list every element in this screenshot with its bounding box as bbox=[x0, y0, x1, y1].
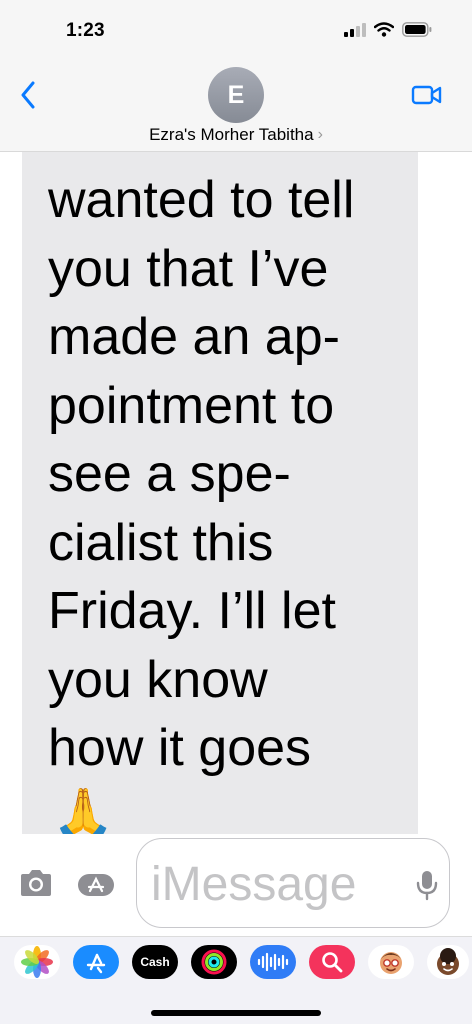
message-line: cialist this bbox=[48, 513, 274, 572]
chevron-right-icon: › bbox=[317, 126, 323, 143]
cash-label: Cash bbox=[140, 955, 170, 969]
imessage-input[interactable]: iMessage bbox=[136, 838, 450, 928]
message-text: wanted to tell you that I’ve made an ap-… bbox=[48, 166, 412, 783]
video-camera-icon bbox=[411, 85, 442, 105]
memoji-stickers-icon[interactable] bbox=[427, 945, 469, 979]
home-indicator[interactable] bbox=[151, 1010, 321, 1016]
cellular-signal-icon bbox=[344, 22, 366, 37]
received-message-bubble[interactable]: wanted to tell you that I’ve made an ap-… bbox=[22, 152, 418, 834]
app-store-icon[interactable] bbox=[73, 945, 119, 979]
contact-name: Ezra's Morher Tabitha bbox=[149, 125, 314, 144]
status-bar: 1:23 bbox=[0, 0, 472, 62]
message-line: how it goes bbox=[48, 719, 312, 777]
message-line: Friday. I’ll let bbox=[48, 582, 336, 640]
message-line: you know bbox=[48, 650, 268, 709]
chevron-left-icon bbox=[21, 81, 35, 109]
app-store-icon bbox=[78, 874, 114, 896]
battery-icon bbox=[402, 22, 432, 37]
microphone-icon[interactable] bbox=[415, 869, 439, 901]
apps-button[interactable] bbox=[76, 872, 116, 898]
facetime-video-button[interactable] bbox=[410, 82, 444, 108]
wifi-icon bbox=[374, 22, 394, 37]
activity-icon[interactable] bbox=[191, 945, 237, 979]
contact-name-row[interactable]: Ezra's Morher Tabitha › bbox=[0, 124, 472, 146]
avatar-initial: E bbox=[227, 80, 245, 109]
photos-icon[interactable] bbox=[14, 945, 60, 979]
input-placeholder: iMessage bbox=[151, 858, 357, 911]
apple-cash-icon[interactable]: Cash bbox=[132, 945, 178, 979]
message-line: wanted to tell bbox=[48, 171, 355, 229]
message-line: made an ap- bbox=[48, 308, 340, 366]
message-line: you that I’ve bbox=[48, 239, 329, 298]
search-images-icon[interactable] bbox=[309, 945, 355, 979]
camera-icon bbox=[21, 870, 51, 896]
message-line: see a spe- bbox=[48, 445, 291, 503]
contact-avatar[interactable]: E bbox=[208, 67, 264, 123]
message-composer: iMessage bbox=[0, 834, 472, 936]
status-time: 1:23 bbox=[66, 20, 105, 41]
message-line: pointment to bbox=[48, 376, 335, 435]
camera-button[interactable] bbox=[16, 866, 56, 900]
back-button[interactable] bbox=[14, 80, 42, 110]
memoji-icon[interactable] bbox=[368, 945, 414, 979]
status-icons bbox=[344, 22, 432, 37]
praying-hands-emoji: 🙏 bbox=[52, 786, 115, 834]
audio-message-icon[interactable] bbox=[250, 945, 296, 979]
